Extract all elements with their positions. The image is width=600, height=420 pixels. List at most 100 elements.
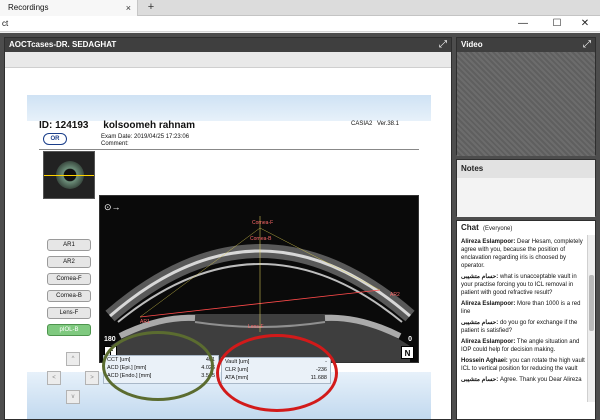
chat-message: Alireza Eslampoor: Dear Hesam, completel…: [461, 238, 586, 270]
chat-message: حسام متشیبی: do you go for exchange if t…: [461, 319, 586, 335]
angle-left: 180: [104, 336, 116, 343]
notes-area[interactable]: [457, 178, 595, 217]
app-area: AOCTcases-DR. SEDAGHAT ⤢ ID: 124193 kols…: [0, 33, 600, 420]
measurement-row: Vault [um] -: [222, 358, 330, 366]
surface-button-cornea-f[interactable]: Cornea-F: [47, 273, 91, 285]
measurement-table-left: CCT [um] 401 ACD [Epi.] [mm] 4.026 ACD [En…: [103, 355, 219, 384]
measurement-value: 4.026: [201, 365, 215, 371]
tab-close-icon[interactable]: ×: [126, 0, 131, 16]
arrow-down-icon[interactable]: v: [66, 390, 80, 404]
arrow-left-icon[interactable]: <: [47, 371, 61, 385]
measurement-row: ATA [mm] 11.688: [222, 374, 330, 382]
measurement-value: 11.688: [310, 375, 327, 381]
chat-author: Alireza Eslampoor:: [461, 301, 516, 307]
device-logo: OR: [43, 133, 67, 145]
eye-direction-icon: ⊙→: [104, 202, 121, 212]
chat-author: Alireza Eslampoor:: [461, 339, 516, 345]
surface-button-piol-b[interactable]: pIOL-B: [47, 324, 91, 336]
label-ar1: AR1: [140, 319, 150, 325]
close-window-button[interactable]: ✕: [574, 16, 596, 32]
video-title: Video: [461, 40, 483, 49]
presentation-pane: AOCTcases-DR. SEDAGHAT ⤢ ID: 124193 kols…: [4, 37, 452, 420]
measurement-row: ACD [Epi.] [mm] 4.026: [104, 364, 218, 372]
chat-author: Hossein Aghaei:: [461, 358, 508, 364]
header-divider: [39, 149, 419, 150]
chat-author: حسام متشیبی:: [461, 377, 499, 383]
measurement-value: -: [325, 359, 327, 365]
comment-label: Comment:: [101, 141, 129, 147]
angle-right: 0: [408, 336, 412, 343]
chat-message: Alireza Eslampoor: More than 1000 is a r…: [461, 300, 586, 316]
measurement-table-right: Vault [um] - CLR [um] -236 ATA [mm] 11.688: [221, 357, 331, 384]
presentation-header: AOCTcases-DR. SEDAGHAT ⤢: [5, 38, 451, 52]
measurement-value: -236: [315, 367, 327, 373]
video-pane: Video ⤢: [456, 37, 596, 156]
chat-author: Alireza Eslampoor:: [461, 239, 516, 245]
window-title-bar: ct — ☐ ✕: [0, 16, 600, 32]
measurement-label: ACD [Epi.] [mm]: [107, 365, 147, 371]
patient-id-line: ID: 124193 kolsoomeh rahnam: [39, 120, 195, 131]
measurement-row: CCT [um] 401: [104, 356, 218, 364]
expand-presentation-icon[interactable]: ⤢: [439, 38, 447, 52]
chat-scroll-thumb[interactable]: [589, 275, 594, 331]
nasal-badge: N: [401, 346, 414, 359]
surface-button-column: AR1 AR2 Cornea-F Cornea-B Lens-F pIOL-B: [47, 239, 91, 341]
chat-message: حسام متشیبی: what is unacceptable vault …: [461, 273, 586, 297]
scan-line: [44, 175, 94, 176]
direction-pad: ^ < > v: [47, 352, 99, 404]
slide-top-band: [27, 95, 431, 121]
minimize-button[interactable]: —: [512, 16, 534, 32]
surface-button-cornea-b[interactable]: Cornea-B: [47, 290, 91, 302]
label-cornea-b: Cornea-B: [250, 236, 272, 242]
device-model: CASIA2: [351, 121, 373, 127]
label-cornea-f: Cornea-F: [252, 220, 274, 226]
presentation-toolbar: [5, 52, 451, 68]
window-title: ct: [2, 19, 9, 28]
chat-author: حسام متشیبی:: [461, 274, 499, 280]
label-lens-f: Lens-F: [248, 324, 264, 330]
chat-message: Hossein Aghaei: you can rotate the high …: [461, 357, 586, 373]
arrow-right-icon[interactable]: >: [85, 371, 99, 385]
expand-video-icon[interactable]: ⤢: [583, 38, 591, 52]
presentation-title: AOCTcases-DR. SEDAGHAT: [9, 40, 117, 49]
browser-tab[interactable]: Recordings ×: [0, 0, 138, 16]
chat-pane: Chat (Everyone) Alireza Eslampoor: Dear …: [456, 220, 596, 420]
browser-tab-label: Recordings: [8, 3, 49, 12]
notes-header: Notes: [457, 160, 595, 178]
measurement-label: ATA [mm]: [225, 375, 249, 381]
measurement-value: 401: [205, 357, 215, 363]
measurement-label: ACD [Endo.] [mm]: [107, 373, 152, 379]
new-tab-button[interactable]: +: [144, 0, 158, 16]
measurement-row: ACD [Endo.] [mm] 3.565: [104, 372, 218, 380]
chat-title: Chat: [461, 223, 479, 232]
maximize-button[interactable]: ☐: [546, 16, 568, 32]
device-version: Ver.38.1: [377, 121, 400, 127]
chat-author: حسام متشیبی:: [461, 320, 499, 326]
measurement-label: CLR [um]: [225, 367, 249, 373]
measurement-value: 3.565: [201, 373, 215, 379]
chat-header: Chat (Everyone): [457, 221, 595, 235]
oct-scan-image: ⊙→ Cornea-F Cornea-B AR1 AR2 Lens-F 180 …: [99, 195, 419, 363]
chat-message-list: Alireza Eslampoor: Dear Hesam, completel…: [457, 235, 589, 402]
chat-scrollbar[interactable]: [587, 235, 595, 402]
measurement-label: Vault [um]: [225, 359, 250, 365]
patient-id: ID: 124193: [39, 120, 89, 131]
surface-button-ar2[interactable]: AR2: [47, 256, 91, 268]
browser-tab-strip: Recordings × +: [0, 0, 600, 16]
arrow-up-icon[interactable]: ^: [66, 352, 80, 366]
chat-text: Agree. Thank you Dear Alireza: [499, 377, 582, 383]
chat-message: Alireza Eslampoor: The angle situation a…: [461, 338, 586, 354]
measurement-row: CLR [um] -236: [222, 366, 330, 374]
surface-button-lens-f[interactable]: Lens-F: [47, 307, 91, 319]
patient-name: kolsoomeh rahnam: [103, 120, 195, 131]
measurement-label: CCT [um]: [107, 357, 131, 363]
eye-thumbnail: [43, 151, 95, 199]
surface-button-ar1[interactable]: AR1: [47, 239, 91, 251]
notes-pane: Notes: [456, 159, 596, 217]
video-header: Video ⤢: [457, 38, 595, 52]
chat-message: حسام متشیبی: Agree. Thank you Dear Alire…: [461, 376, 586, 384]
exam-date: Exam Date: 2019/04/25 17:23:06: [101, 134, 190, 140]
chat-scope: (Everyone): [483, 226, 513, 232]
video-area: [457, 52, 595, 156]
label-ar2: AR2: [390, 292, 400, 298]
